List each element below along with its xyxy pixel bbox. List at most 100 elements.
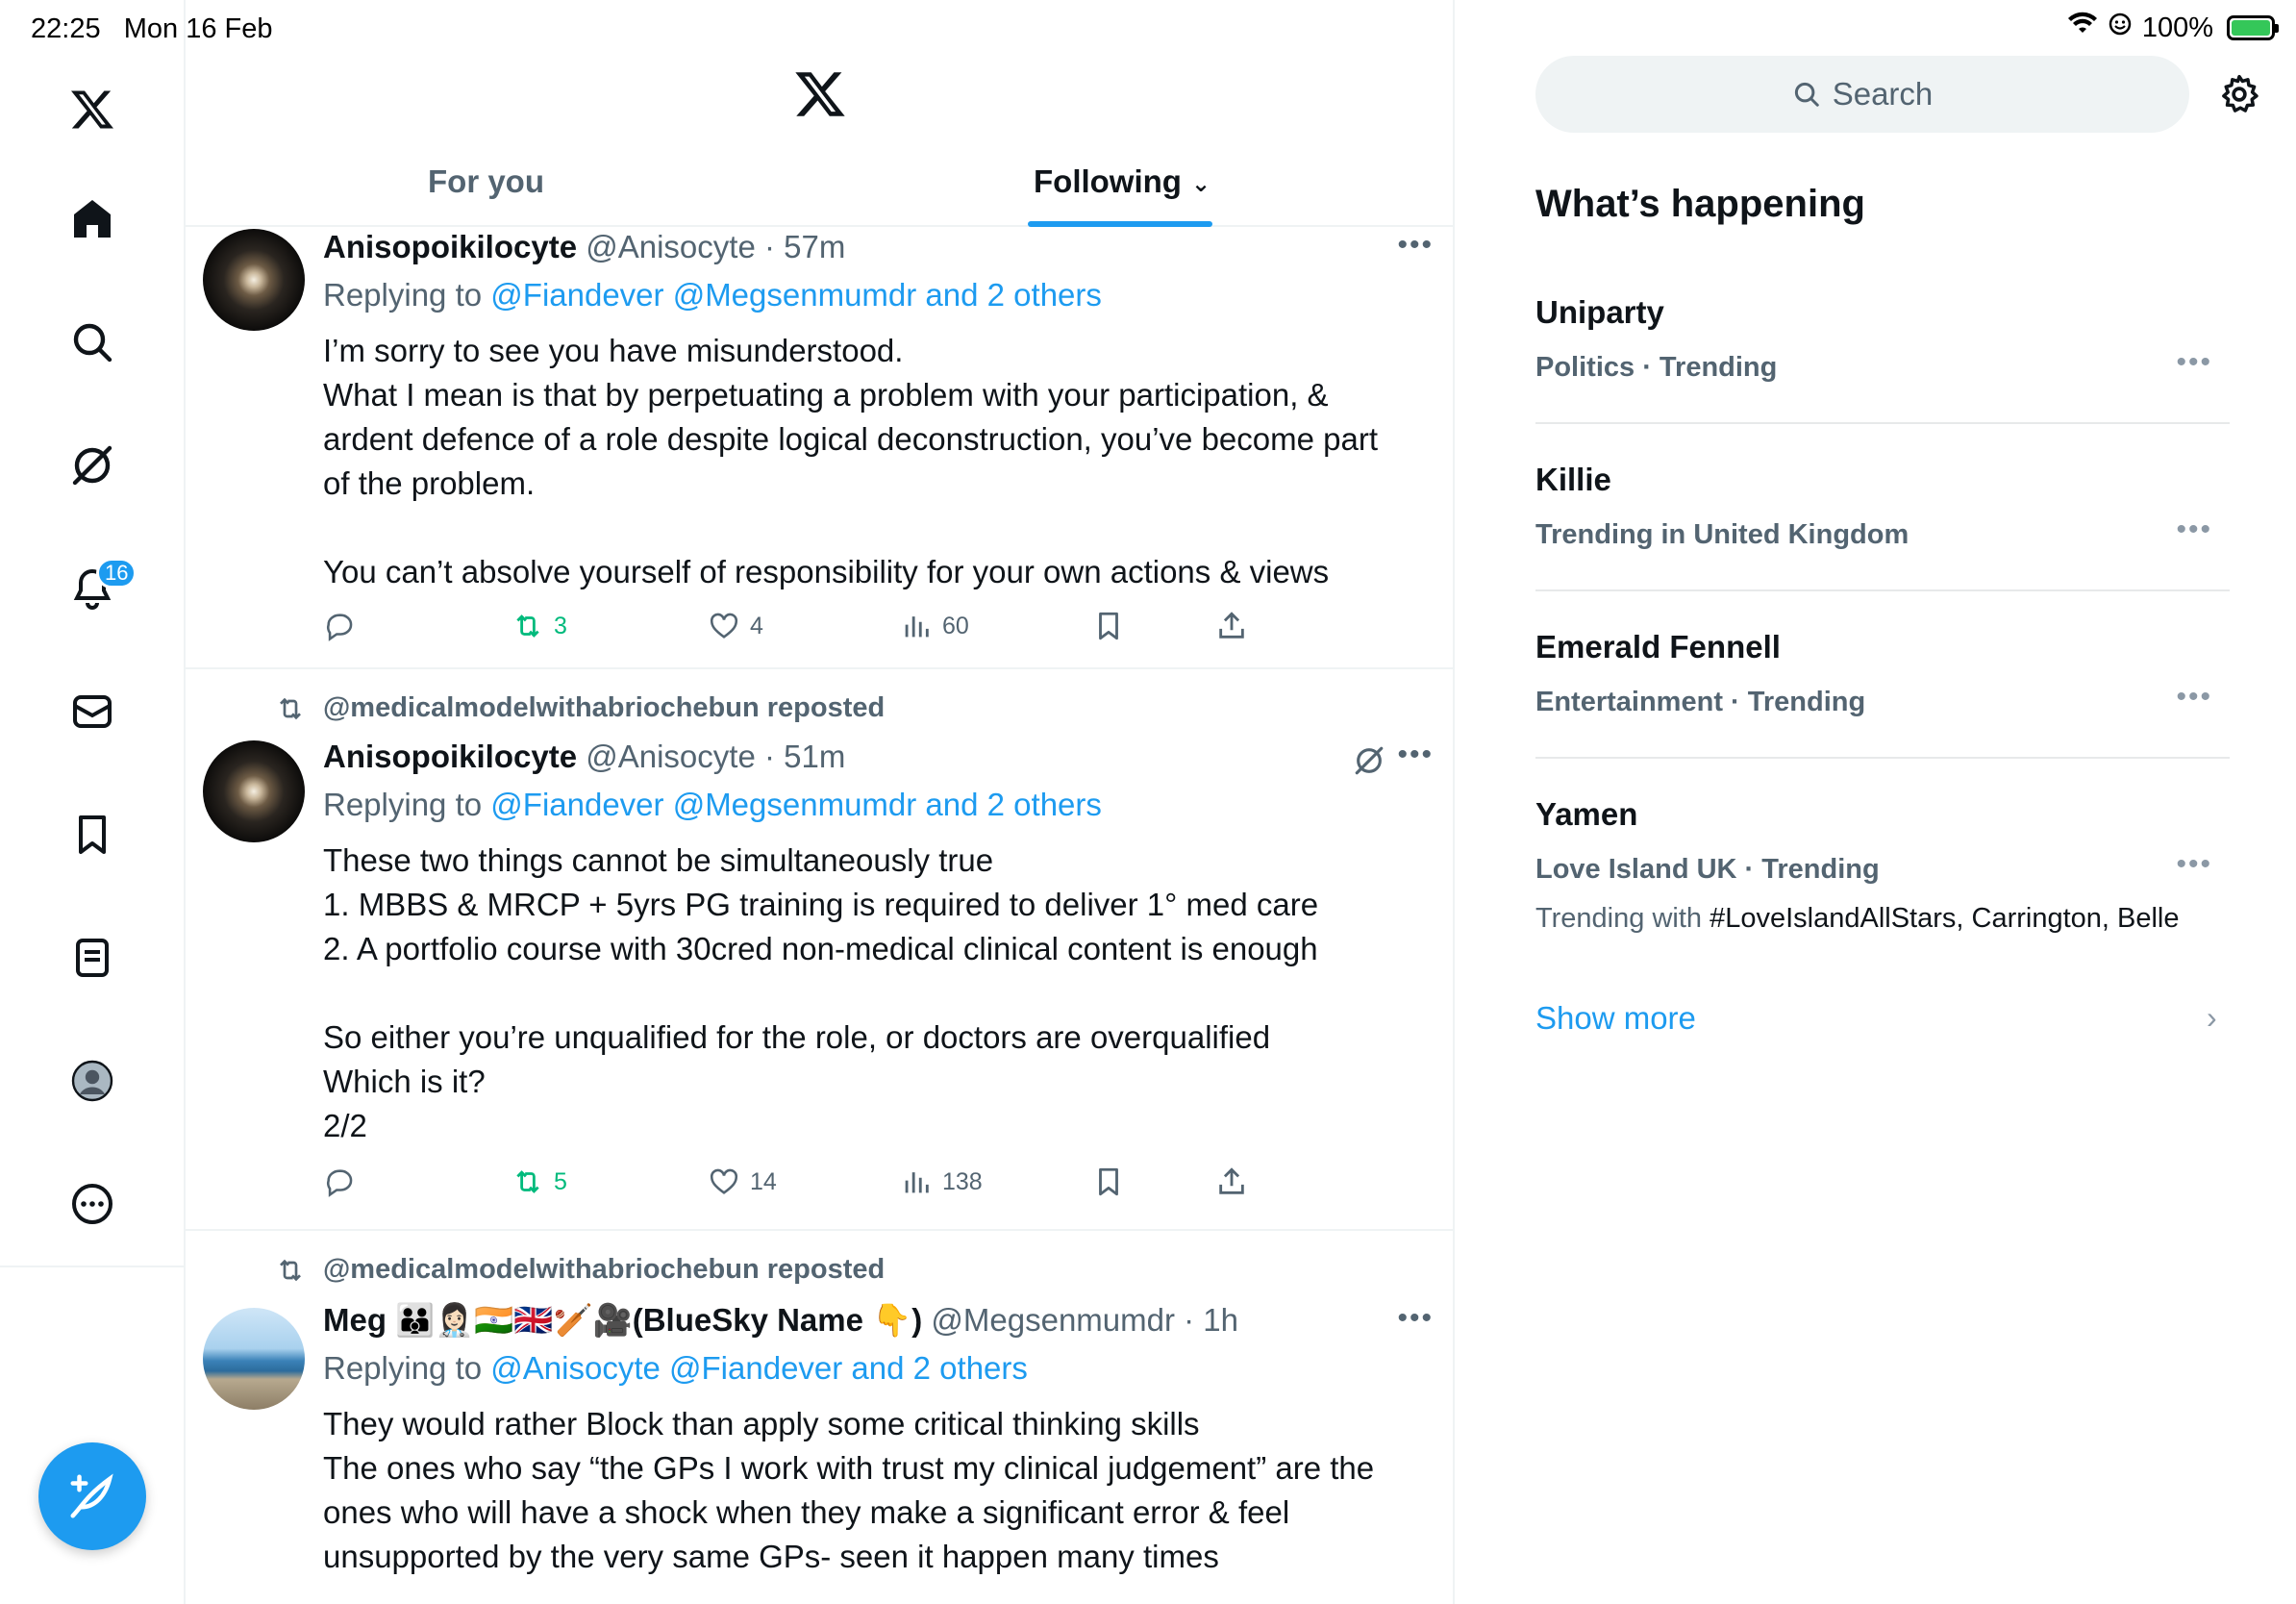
author-name[interactable]: Meg 🧑‍🧑‍🧒👩🏻‍⚕️🇮🇳🇬🇧🏏🎥(BlueSky Name 👇) <box>323 1302 922 1338</box>
views-button[interactable]: 138 <box>900 1165 983 1198</box>
like-count: 14 <box>750 1167 777 1195</box>
home-icon[interactable] <box>63 190 121 248</box>
tweet[interactable]: @medicalmodelwithabriochebun reposted Me… <box>186 1233 1455 1604</box>
author-name[interactable]: Anisopoikilocyte <box>323 739 577 774</box>
repost-small-icon <box>280 698 301 720</box>
tab-following-label: Following <box>1034 163 1182 199</box>
tweet[interactable]: Anisopoikilocyte @Anisocyte · 57m ••• Re… <box>186 229 1455 669</box>
grok-explain-icon[interactable] <box>1353 744 1385 777</box>
tweet-actions: 5 14 138 <box>323 1165 1285 1204</box>
tab-for-you[interactable]: For you <box>428 163 544 200</box>
trend-related: Trending with #LoveIslandAllStars, Carri… <box>1535 903 2180 934</box>
replying-to-links[interactable]: @Fiandever @Megsenmumdr and 2 others <box>490 787 1102 822</box>
tweet-text: They would rather Block than apply some … <box>323 1406 1375 1574</box>
compose-button[interactable] <box>38 1442 146 1550</box>
author-handle[interactable]: @Megsenmumdr <box>931 1302 1175 1338</box>
trend-related-tags: #LoveIslandAllStars, Carrington, Belle <box>1710 903 2180 934</box>
trend-divider <box>1535 422 2230 424</box>
lists-icon[interactable] <box>63 929 121 987</box>
gear-icon[interactable] <box>2218 73 2260 115</box>
avatar[interactable] <box>203 740 305 842</box>
reply-button[interactable] <box>323 610 356 642</box>
share-icon <box>1219 612 1244 639</box>
grok-icon[interactable] <box>63 437 121 494</box>
nav-divider <box>0 1266 186 1267</box>
repost-icon <box>516 1170 539 1193</box>
repost-count: 5 <box>554 1167 567 1195</box>
chevron-right-icon: › <box>2207 1000 2217 1035</box>
search-icon <box>1794 82 1819 107</box>
trend-item[interactable]: Killie Trending in United Kingdom ••• <box>1535 462 2230 551</box>
show-more-link[interactable]: Show more <box>1535 1000 1696 1037</box>
trend-category: Politics · Trending <box>1535 352 1778 383</box>
avatar[interactable] <box>203 229 305 331</box>
tweet-time: 1h <box>1203 1302 1239 1338</box>
trend-item[interactable]: Uniparty Politics · Trending ••• <box>1535 294 2230 384</box>
trend-more-icon[interactable]: ••• <box>2176 848 2212 881</box>
author-handle[interactable]: @Anisocyte <box>586 229 756 264</box>
active-tab-indicator <box>1028 221 1212 227</box>
search-icon[interactable] <box>63 313 121 371</box>
x-logo-header-icon[interactable] <box>793 67 847 121</box>
whats-happening-title: What’s happening <box>1535 183 1865 225</box>
like-button[interactable]: 4 <box>708 610 763 642</box>
trend-category: Trending in United Kingdom <box>1535 519 1909 550</box>
notifications-badge: 16 <box>96 558 137 589</box>
repost-button[interactable]: 3 <box>512 610 567 642</box>
trend-more-icon[interactable]: ••• <box>2176 346 2212 379</box>
views-count: 138 <box>942 1167 983 1195</box>
repost-count: 3 <box>554 612 567 639</box>
search-input[interactable]: Search <box>1535 56 2189 133</box>
trend-more-icon[interactable]: ••• <box>2176 514 2212 546</box>
x-logo-icon[interactable] <box>63 81 121 138</box>
tab-following[interactable]: Following ⌄ <box>1034 163 1210 200</box>
tweet-time: 51m <box>784 739 846 774</box>
trend-name: Killie <box>1535 462 1611 497</box>
replying-to: Replying to @Fiandever @Megsenmumdr and … <box>323 277 1102 313</box>
tweet-more-icon[interactable]: ••• <box>1397 229 1434 262</box>
tweet-more-icon[interactable]: ••• <box>1397 739 1434 771</box>
avatar[interactable] <box>203 1308 305 1410</box>
search-placeholder: Search <box>1832 76 1934 112</box>
replying-to-links[interactable]: @Anisocyte @Fiandever and 2 others <box>490 1350 1028 1386</box>
compose-feather-icon <box>70 1473 113 1518</box>
views-button[interactable]: 60 <box>900 610 969 642</box>
timeline-column: For you Following ⌄ Anisopoikilocyte @Ani… <box>186 0 1455 1604</box>
bookmark-icon <box>1099 1167 1118 1196</box>
more-icon[interactable] <box>63 1175 121 1233</box>
trend-name: Yamen <box>1535 796 1638 832</box>
tweet-time: 57m <box>784 229 846 264</box>
views-count: 60 <box>942 612 969 639</box>
trend-divider <box>1535 757 2230 759</box>
author-name[interactable]: Anisopoikilocyte <box>323 229 577 264</box>
like-button[interactable]: 14 <box>708 1165 777 1198</box>
replying-to: Replying to @Anisocyte @Fiandever and 2 … <box>323 1350 1028 1386</box>
trend-item[interactable]: Emerald Fennell Entertainment · Trending… <box>1535 629 2230 718</box>
trend-item[interactable]: Yamen Love Island UK · Trending Trending… <box>1535 796 2230 935</box>
bookmarks-icon[interactable] <box>63 806 121 864</box>
repost-small-icon <box>280 1260 301 1282</box>
messages-icon[interactable] <box>63 683 121 740</box>
bookmark-button[interactable] <box>1092 1165 1125 1198</box>
share-button[interactable] <box>1215 610 1248 642</box>
reply-icon <box>327 1169 353 1197</box>
replying-to-links[interactable]: @Fiandever @Megsenmumdr and 2 others <box>490 277 1102 313</box>
trend-more-icon[interactable]: ••• <box>2176 681 2212 714</box>
right-sidebar: Search What’s happening Uniparty Politic… <box>1457 0 2296 1604</box>
share-button[interactable] <box>1215 1165 1248 1198</box>
profile-icon[interactable] <box>63 1052 121 1110</box>
author-handle[interactable]: @Anisocyte <box>586 739 756 774</box>
repost-button[interactable]: 5 <box>512 1165 567 1198</box>
reply-button[interactable] <box>323 1165 356 1198</box>
tweet[interactable]: @medicalmodelwithabriochebun reposted An… <box>186 671 1455 1231</box>
repost-context: @medicalmodelwithabriochebun reposted <box>275 692 885 724</box>
timeline-tabs: For you Following ⌄ <box>186 144 1455 227</box>
share-icon <box>1219 1167 1244 1194</box>
views-icon <box>905 616 929 638</box>
trend-category: Entertainment · Trending <box>1535 687 1866 717</box>
tweet-header: Anisopoikilocyte @Anisocyte · 51m <box>323 739 846 774</box>
tweet-more-icon[interactable]: ••• <box>1397 1302 1434 1335</box>
bookmark-button[interactable] <box>1092 610 1125 642</box>
views-icon <box>905 1172 929 1193</box>
repost-context: @medicalmodelwithabriochebun reposted <box>275 1254 885 1286</box>
